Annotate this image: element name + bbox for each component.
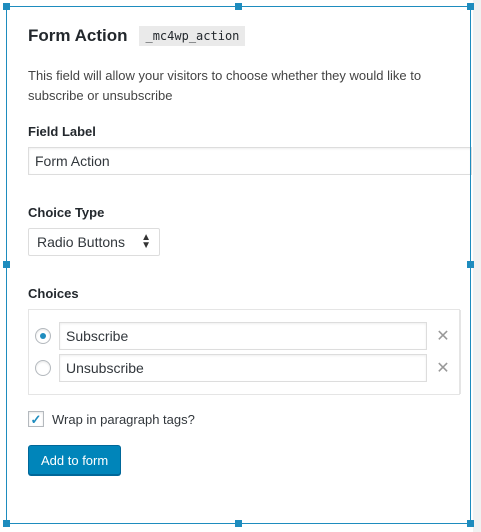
resize-handle-top[interactable]: [235, 3, 242, 10]
resize-handle-left[interactable]: [3, 261, 10, 268]
resize-handle-top-left[interactable]: [3, 3, 10, 10]
right-scroll-edge: [473, 0, 481, 532]
resize-handle-bottom[interactable]: [235, 520, 242, 527]
resize-handle-bottom-right[interactable]: [467, 520, 474, 527]
resize-handle-top-right[interactable]: [467, 3, 474, 10]
resize-handle-right[interactable]: [467, 261, 474, 268]
resize-handle-bottom-left[interactable]: [3, 520, 10, 527]
selection-frame: [6, 6, 471, 524]
